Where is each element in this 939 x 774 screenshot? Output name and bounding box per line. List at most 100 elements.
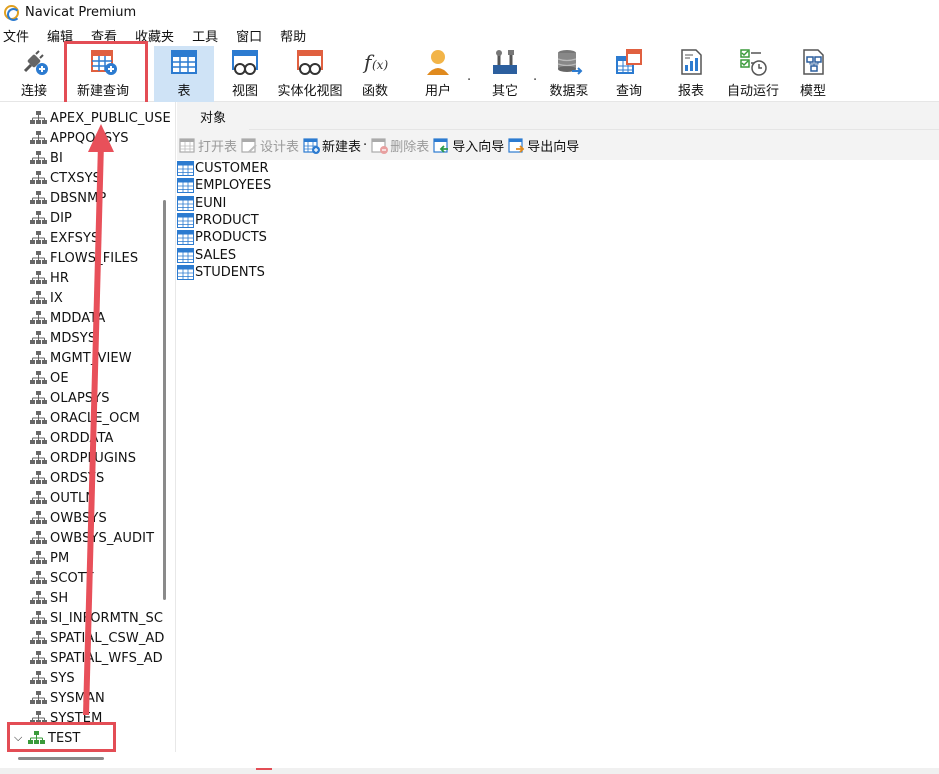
tree-item-schema[interactable]: MDSYS xyxy=(30,328,96,348)
query-button[interactable]: 查询 xyxy=(606,46,652,102)
export-wizard-button[interactable]: 导出向导 xyxy=(508,136,579,155)
sidebar-vertical-scrollbar[interactable] xyxy=(163,200,166,600)
tree-item-schema[interactable]: SPATIAL_WFS_AD xyxy=(30,648,163,668)
table-name: STUDENTS xyxy=(195,264,265,280)
connect-label: 连接 xyxy=(20,84,47,99)
tree-item-schema[interactable]: APPQOSSYS xyxy=(30,128,129,148)
other-label: 其它 xyxy=(491,84,518,99)
title-bar: Navicat Premium xyxy=(0,0,939,24)
delete-table-button[interactable]: 删除表 xyxy=(371,136,429,155)
model-button[interactable]: 模型 xyxy=(792,46,834,102)
table-row[interactable]: STUDENTS xyxy=(177,264,265,281)
tree-item-schema[interactable]: SYSMAN xyxy=(30,688,105,708)
tree-item-schema[interactable]: IX xyxy=(30,288,63,308)
function-button[interactable]: f (x) 函数 xyxy=(350,46,400,102)
schema-icon xyxy=(30,131,47,145)
table-row[interactable]: PRODUCTS xyxy=(177,229,267,246)
tree-item-schema[interactable]: OE xyxy=(30,368,69,388)
automation-button[interactable]: 自动运行 xyxy=(722,46,784,102)
tree-item-label: MGMT_VIEW xyxy=(50,350,132,366)
tree-item-schema[interactable]: OWBSYS xyxy=(30,508,107,528)
menu-tools[interactable]: 工具 xyxy=(187,26,231,45)
menu-help[interactable]: 帮助 xyxy=(275,26,319,45)
tree-item-label: APEX_PUBLIC_USE xyxy=(50,110,171,126)
tree-item-schema[interactable]: SCOTT xyxy=(30,568,94,588)
new-table-button[interactable]: 新建表 · xyxy=(303,136,367,155)
user-dropdown-dot[interactable]: · xyxy=(467,73,471,88)
object-toolbar: 打开表 设计表 新建表 · 删除表 导入向导 导出向导 xyxy=(177,130,939,160)
connect-button[interactable]: 连接 xyxy=(8,46,60,102)
automation-icon xyxy=(737,46,769,77)
tree-item-schema[interactable]: ORDDATA xyxy=(30,428,113,448)
tree-item-schema[interactable]: OLAPSYS xyxy=(30,388,110,408)
materialized-view-button[interactable]: 实体化视图 xyxy=(276,46,344,102)
menu-file[interactable]: 文件 xyxy=(0,26,42,45)
tree-item-schema[interactable]: SPATIAL_CSW_AD xyxy=(30,628,165,648)
schema-icon xyxy=(30,451,47,465)
design-table-button[interactable]: 设计表 xyxy=(241,136,299,155)
table-row[interactable]: EMPLOYEES xyxy=(177,177,271,194)
window-title: Navicat Premium xyxy=(25,4,137,20)
table-row[interactable]: PRODUCT xyxy=(177,212,259,229)
tree-item-schema[interactable]: SYS xyxy=(30,668,75,688)
tree-item-schema[interactable]: PM xyxy=(30,548,69,568)
export-wizard-label: 导出向导 xyxy=(527,139,580,155)
view-button[interactable]: 视图 xyxy=(218,46,272,102)
table-name: PRODUCTS xyxy=(195,230,267,246)
tree-item-label: MDDATA xyxy=(50,310,106,326)
schema-icon xyxy=(30,631,47,645)
connection-tree: APEX_PUBLIC_USE APPQOSSYS BI CTXSYS DBSNMP DI… xyxy=(0,102,176,752)
new-table-icon xyxy=(303,137,321,154)
tab-objects[interactable]: 对象 xyxy=(177,102,249,130)
import-wizard-button[interactable]: 导入向导 xyxy=(433,136,504,155)
tree-item-schema[interactable]: FLOWS_FILES xyxy=(30,248,138,268)
table-row[interactable]: CUSTOMER xyxy=(177,160,268,177)
schema-icon xyxy=(30,471,47,485)
tree-item-schema[interactable]: CTXSYS xyxy=(30,168,101,188)
table-button[interactable]: 表 xyxy=(154,46,214,102)
sidebar-horizontal-scrollbar[interactable] xyxy=(18,757,104,760)
tree-item-schema[interactable]: SI_INFORMTN_SC xyxy=(30,608,163,628)
schema-icon xyxy=(30,611,47,625)
export-icon xyxy=(508,137,525,154)
tree-item-schema[interactable]: ORDSYS xyxy=(30,468,104,488)
new-query-highlight-box xyxy=(64,41,148,107)
other-dropdown-dot[interactable]: · xyxy=(533,73,537,88)
new-table-dropdown-dot[interactable]: · xyxy=(363,138,367,153)
menu-window[interactable]: 窗口 xyxy=(231,26,275,45)
tree-item-label: PM xyxy=(50,550,70,566)
open-table-button[interactable]: 打开表 xyxy=(179,136,237,155)
view-icon xyxy=(229,46,261,77)
tree-item-schema[interactable]: MDDATA xyxy=(30,308,105,328)
table-icon xyxy=(177,247,194,263)
query-label: 查询 xyxy=(615,84,642,99)
tree-item-schema[interactable]: DIP xyxy=(30,208,72,228)
tree-item-schema[interactable]: OWBSYS_AUDIT xyxy=(30,528,154,548)
function-icon: f (x) xyxy=(359,46,391,77)
tree-item-schema[interactable]: ORDPLUGINS xyxy=(30,448,136,468)
schema-icon xyxy=(30,331,47,345)
table-row[interactable]: SALES xyxy=(177,247,236,264)
tree-item-schema[interactable]: DBSNMP xyxy=(30,188,106,208)
report-label: 报表 xyxy=(677,84,704,99)
open-table-icon xyxy=(179,137,196,154)
schema-icon xyxy=(30,431,47,445)
tree-item-schema[interactable]: HR xyxy=(30,268,69,288)
tree-item-schema[interactable]: MGMT_VIEW xyxy=(30,348,132,368)
report-button[interactable]: 报表 xyxy=(668,46,714,102)
tree-item-schema[interactable]: OUTLN xyxy=(30,488,95,508)
schema-icon xyxy=(30,251,47,265)
schema-icon xyxy=(30,551,47,565)
materialized-view-icon xyxy=(294,46,326,77)
tree-item-label: OE xyxy=(50,370,69,386)
tree-item-label: OWBSYS xyxy=(50,510,107,526)
tree-item-schema[interactable]: SH xyxy=(30,588,68,608)
other-button[interactable]: 其它 xyxy=(480,46,530,102)
table-row[interactable]: EUNI xyxy=(177,195,226,212)
tree-item-schema[interactable]: BI xyxy=(30,148,63,168)
tree-item-schema[interactable]: ORACLE_OCM xyxy=(30,408,140,428)
tree-item-schema[interactable]: APEX_PUBLIC_USE xyxy=(30,108,171,128)
data-pump-button[interactable]: 数据泵 xyxy=(546,46,592,102)
tree-item-schema[interactable]: EXFSYS xyxy=(30,228,99,248)
user-button[interactable]: 用户 xyxy=(412,46,464,102)
